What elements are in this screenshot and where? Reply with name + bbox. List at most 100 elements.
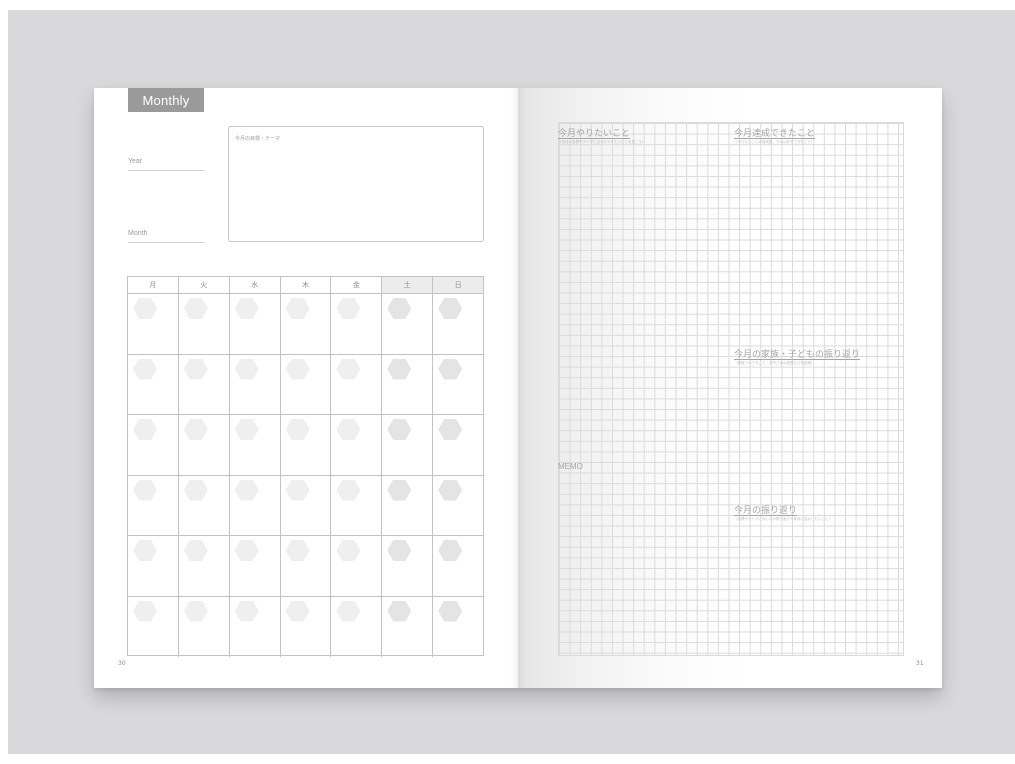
calendar-day-cell	[128, 415, 179, 475]
calendar-day-cell	[382, 354, 434, 414]
hexagon-date-icon	[336, 358, 361, 380]
calendar-day-cell	[179, 294, 230, 354]
calendar-day-cell	[128, 475, 179, 535]
hexagon-date-icon	[387, 540, 412, 561]
section-family-review: 今月の家族・子どもの振り返り （家族でのできごと・お子さまの成長などを記録）	[734, 347, 860, 366]
calendar-day-cell	[230, 294, 281, 354]
hexagon-date-icon	[387, 419, 412, 440]
section-achieved: 今月達成できたこと （やりたいことの達成度、それ以外でできたこと）	[734, 126, 815, 145]
hexagon-date-icon	[133, 298, 157, 319]
calendar-day-cell	[433, 294, 483, 354]
hexagon-date-icon	[234, 479, 259, 501]
section-subtitle: （家族でのできごと・お子さまの成長などを記録）	[734, 361, 815, 365]
hexagon-date-icon	[438, 298, 463, 319]
weekday-tue: 火	[179, 277, 230, 293]
hexagon-date-icon	[285, 600, 310, 622]
section-title: 今月の家族・子どもの振り返り	[734, 350, 861, 360]
hexagon-date-icon	[234, 419, 259, 440]
calendar-day-cell	[382, 536, 434, 596]
weekday-sat: 土	[382, 277, 434, 293]
hexagon-date-icon	[285, 298, 310, 319]
hexagon-date-icon	[234, 600, 259, 622]
calendar-day-cell	[230, 536, 281, 596]
calendar-day-cell	[128, 536, 179, 596]
hexagon-date-icon	[133, 540, 157, 561]
hexagon-date-icon	[234, 358, 259, 380]
calendar-week-row	[128, 354, 483, 415]
weekday-wed: 水	[230, 277, 281, 293]
hexagon-date-icon	[438, 600, 463, 622]
calendar-day-cell	[382, 596, 434, 657]
calendar-day-cell	[179, 354, 230, 414]
calendar-day-cell	[179, 596, 230, 657]
section-subtitle: （やりたいことの達成度、それ以外でできたこと）	[734, 140, 815, 144]
hexagon-date-icon	[336, 600, 361, 622]
calendar-week-row	[128, 294, 483, 355]
hexagon-date-icon	[183, 479, 208, 501]
calendar-day-cell	[281, 596, 332, 657]
hexagon-date-icon	[133, 600, 157, 622]
calendar-day-cell	[331, 294, 383, 354]
hexagon-date-icon	[438, 479, 463, 501]
monthly-calendar: 月 火 水 木 金 土 日	[127, 276, 484, 657]
calendar-day-cell	[331, 536, 383, 596]
theme-box: 今月の目標・テーマ	[228, 126, 484, 242]
hexagon-date-icon	[183, 419, 208, 440]
hexagon-date-icon	[183, 540, 208, 561]
calendar-week-row	[128, 475, 483, 536]
page-number-right: 31	[916, 660, 924, 667]
hexagon-date-icon	[387, 298, 412, 319]
hexagon-date-icon	[438, 419, 463, 440]
hexagon-date-icon	[133, 419, 157, 440]
hexagon-date-icon	[387, 358, 412, 380]
calendar-week-row	[128, 596, 483, 658]
calendar-body	[128, 294, 483, 657]
memo-label: MEMO	[558, 462, 583, 471]
calendar-day-cell	[230, 415, 281, 475]
calendar-day-cell	[433, 415, 483, 475]
hexagon-date-icon	[387, 600, 412, 622]
calendar-day-cell	[281, 475, 332, 535]
hexagon-date-icon	[336, 298, 361, 319]
left-page: Monthly Year Month 今月の目標・テーマ 月 火 水 木 金 土…	[94, 88, 518, 688]
section-title: 今月の振り返り	[734, 506, 798, 516]
weekday-fri: 金	[331, 277, 383, 293]
section-month-review: 今月の振り返り （目標やテーマに対しての振り返りや来月に活かしたいこと）	[734, 503, 832, 522]
weekday-thu: 木	[281, 277, 332, 293]
calendar-day-cell	[331, 354, 383, 414]
theme-label: 今月の目標・テーマ	[235, 136, 281, 142]
calendar-day-cell	[281, 354, 332, 414]
hexagon-date-icon	[183, 600, 208, 622]
calendar-week-row	[128, 415, 483, 476]
month-line	[128, 242, 204, 243]
page-number-left: 30	[118, 660, 126, 667]
calendar-day-cell	[128, 294, 179, 354]
hexagon-date-icon	[285, 540, 310, 561]
month-label: Month	[128, 230, 148, 237]
calendar-day-cell	[281, 536, 332, 596]
calendar-day-cell	[230, 475, 281, 535]
hexagon-date-icon	[336, 540, 361, 561]
weekday-sun: 日	[433, 277, 484, 293]
hexagon-date-icon	[183, 298, 208, 319]
calendar-day-cell	[179, 415, 230, 475]
hexagon-date-icon	[133, 479, 157, 501]
calendar-day-cell	[281, 294, 332, 354]
hexagon-date-icon	[336, 479, 361, 501]
calendar-day-cell	[382, 294, 434, 354]
hexagon-date-icon	[387, 479, 412, 501]
weekday-mon: 月	[128, 277, 179, 293]
section-subtitle: （目標やテーマに対しての振り返りや来月に活かしたいこと）	[734, 517, 832, 521]
section-want-to-do: 今月やりたいこと （今月の目標やテーマに沿ったやりたいことを書こう）	[558, 126, 646, 145]
hexagon-date-icon	[183, 358, 208, 380]
hexagon-date-icon	[234, 540, 259, 561]
calendar-day-cell	[230, 596, 281, 657]
calendar-day-cell	[179, 475, 230, 535]
calendar-day-cell	[331, 415, 383, 475]
monthly-tab: Monthly	[128, 88, 204, 112]
calendar-day-cell	[331, 475, 383, 535]
calendar-day-cell	[433, 597, 483, 658]
hexagon-date-icon	[438, 358, 463, 380]
calendar-day-cell	[382, 415, 434, 475]
calendar-day-cell	[382, 475, 434, 535]
